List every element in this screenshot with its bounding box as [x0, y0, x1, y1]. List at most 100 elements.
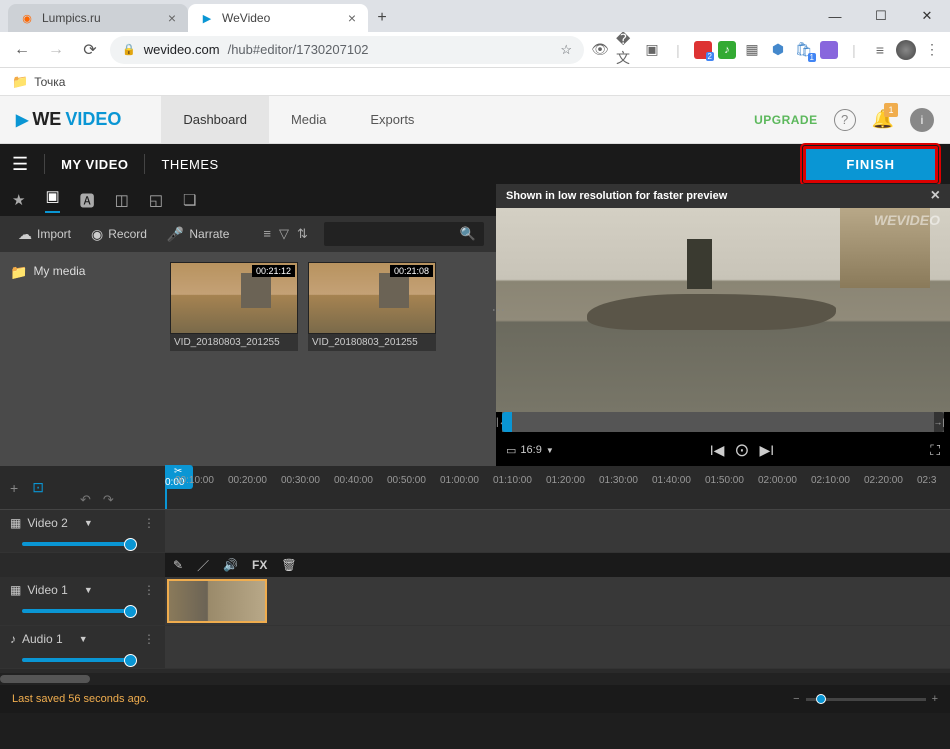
reload-button[interactable]: ⟳ [76, 36, 104, 64]
delete-icon[interactable]: 🗑 [281, 558, 296, 572]
project-title[interactable]: MY VIDEO [61, 157, 128, 172]
chevron-down-icon[interactable]: ▼ [84, 518, 93, 528]
record-button[interactable]: ◉ Record [85, 222, 153, 247]
help-button[interactable]: ? [834, 109, 856, 131]
ext-icon-cart[interactable]: 🛍 [794, 40, 814, 60]
tab-text-icon[interactable]: 🅰 [80, 190, 95, 211]
nav-dashboard[interactable]: Dashboard [161, 96, 269, 143]
user-avatar[interactable]: i [910, 108, 934, 132]
trim-icon[interactable]: ／ [197, 557, 209, 574]
add-track-button[interactable]: + [10, 480, 18, 496]
themes-link[interactable]: THEMES [161, 157, 218, 172]
tab-folder-icon[interactable]: ▣ [45, 187, 59, 213]
tab-graphics-icon[interactable]: ◱ [149, 191, 163, 209]
sort-icon[interactable]: ≡ [263, 226, 271, 242]
track-menu-icon[interactable]: ⋮ [143, 516, 155, 530]
maximize-button[interactable]: ☐ [862, 2, 900, 30]
track-header[interactable]: ♪ Audio 1 ▼ ⋮ [0, 626, 165, 668]
track-lane[interactable] [165, 577, 950, 625]
track-menu-icon[interactable]: ⋮ [143, 632, 155, 646]
tab-title: WeVideo [222, 11, 270, 25]
resize-handle[interactable]: ⋮ [491, 304, 506, 317]
fx-button[interactable]: FX [252, 558, 267, 572]
filter-icon[interactable]: ▽ [279, 226, 289, 242]
minimize-button[interactable]: — [816, 2, 854, 30]
close-window-button[interactable]: ✕ [908, 2, 946, 30]
ext-icon[interactable]: 👁 [590, 40, 610, 60]
close-icon[interactable]: × [348, 10, 356, 26]
search-input[interactable]: 🔍 [324, 222, 484, 246]
opacity-slider[interactable] [22, 542, 132, 546]
ext-icon-list[interactable]: ≡ [870, 40, 890, 60]
ext-icon-blue[interactable]: ⬢ [768, 40, 788, 60]
snap-button[interactable]: ⊡ [32, 479, 44, 496]
import-button[interactable]: ☁ Import [12, 222, 77, 247]
tab-transitions-icon[interactable]: ◫ [115, 191, 129, 209]
ext-icon-purple[interactable] [820, 41, 838, 59]
preview-viewport[interactable]: WEVIDEO ⋮ [496, 208, 950, 412]
preview-notice: Shown in low resolution for faster previ… [496, 184, 950, 208]
bookmark-folder[interactable]: Точка [34, 75, 65, 89]
ext-icon-red[interactable] [694, 41, 712, 59]
profile-avatar[interactable] [896, 40, 916, 60]
timeline-scrollbar[interactable] [0, 673, 950, 685]
timeline-clip[interactable] [167, 579, 267, 623]
next-frame-button[interactable]: ▶I [760, 442, 775, 459]
star-icon[interactable]: ☆ [560, 42, 572, 58]
media-clip[interactable]: 00:21:12 VID_20180803_201255 [170, 262, 298, 456]
media-folder[interactable]: 📁 My media [10, 262, 160, 456]
zoom-in-button[interactable]: + [932, 693, 938, 705]
track-header[interactable]: ▦ Video 1 ▼ ⋮ [0, 577, 165, 625]
aspect-ratio-selector[interactable]: ▭ 16:9 ▼ [506, 444, 554, 457]
chevron-down-icon[interactable]: ▼ [79, 634, 88, 644]
url-field[interactable]: 🔒 wevideo.com/hub#editor/1730207102 ☆ [110, 36, 584, 64]
track-lane[interactable] [165, 626, 950, 668]
wevideo-logo[interactable]: ▶ WEVIDEO [16, 109, 121, 130]
notifications-button[interactable]: 🔔1 [872, 109, 894, 130]
narrate-button[interactable]: 🎤 Narrate [161, 222, 235, 247]
new-tab-button[interactable]: + [368, 4, 396, 32]
forward-button[interactable]: → [42, 36, 70, 64]
zoom-out-button[interactable]: − [793, 693, 799, 705]
fullscreen-button[interactable]: ⛶ [930, 442, 940, 459]
edit-icon[interactable]: ✎ [173, 558, 183, 572]
volume-slider[interactable] [22, 658, 132, 662]
chevron-down-icon[interactable]: ▼ [84, 585, 93, 595]
track-header[interactable]: ▦ Video 2 ▼ ⋮ [0, 510, 165, 552]
track-menu-icon[interactable]: ⋮ [143, 583, 155, 597]
preview-scrubber[interactable]: |← →| [502, 412, 944, 432]
close-icon[interactable]: × [931, 187, 940, 205]
header-right: UPGRADE ? 🔔1 i [754, 108, 934, 132]
time-ruler[interactable]: 📍✂ 00:00:00 00:10:00 00:20:00 00:30:00 0… [165, 465, 950, 509]
play-button[interactable]: ⊙ [734, 440, 749, 461]
undo-button[interactable]: ↶ [80, 492, 91, 508]
ext-icon[interactable]: ▣ [642, 40, 662, 60]
sort-az-icon[interactable]: ⇅ [297, 226, 308, 242]
chrome-menu-button[interactable]: ⋮ [922, 40, 942, 60]
volume-icon[interactable]: 🔊 [223, 558, 238, 572]
tab-star-icon[interactable]: ★ [12, 191, 25, 209]
back-button[interactable]: ← [8, 36, 36, 64]
browser-tab-lumpics[interactable]: ◉ Lumpics.ru × [8, 4, 188, 32]
media-clip[interactable]: 00:21:08 VID_20180803_201255 [308, 262, 436, 456]
ext-icon[interactable]: ▦ [742, 40, 762, 60]
close-icon[interactable]: × [168, 10, 176, 26]
opacity-slider[interactable] [22, 609, 132, 613]
scrollbar-thumb[interactable] [0, 675, 90, 683]
hamburger-icon[interactable]: ☰ [12, 154, 28, 175]
prev-frame-button[interactable]: I◀ [710, 442, 725, 459]
tab-layers-icon[interactable]: ❏ [183, 191, 196, 209]
track-lane[interactable] [165, 510, 950, 552]
upgrade-button[interactable]: UPGRADE [754, 113, 818, 127]
out-marker-icon[interactable]: →| [934, 412, 944, 432]
nav-media[interactable]: Media [269, 96, 348, 143]
zoom-handle[interactable] [816, 694, 826, 704]
nav-exports[interactable]: Exports [348, 96, 436, 143]
redo-button[interactable]: ↷ [103, 492, 114, 508]
playhead-indicator[interactable] [502, 412, 512, 432]
translate-icon[interactable]: �文 [616, 40, 636, 60]
ext-icon-green[interactable]: ♪ [718, 41, 736, 59]
zoom-slider[interactable] [806, 698, 926, 701]
browser-tab-wevideo[interactable]: ▶ WeVideo × [188, 4, 368, 32]
finish-button[interactable]: FINISH [803, 146, 938, 183]
